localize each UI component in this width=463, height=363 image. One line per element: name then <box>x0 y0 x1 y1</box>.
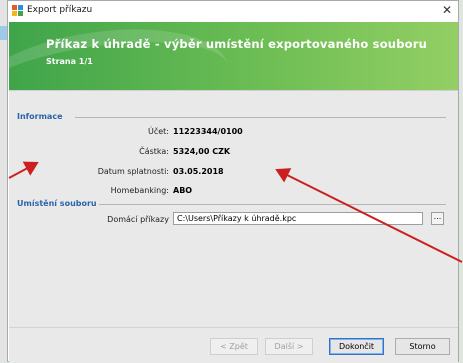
amount-label: Částka: <box>139 147 169 156</box>
file-path-input[interactable] <box>173 212 423 225</box>
next-button[interactable]: Další > <box>265 338 313 355</box>
cancel-button[interactable]: Storno <box>395 338 450 355</box>
wizard-header: Příkaz k úhradě - výběr umístění exporto… <box>9 22 458 90</box>
wizard-footer: < Zpět Další > Dokončit Storno <box>9 327 458 363</box>
window-title: Export příkazu <box>27 5 93 15</box>
background-window-highlight <box>0 26 7 40</box>
divider <box>9 90 458 91</box>
homebanking-label: Homebanking: <box>110 186 169 195</box>
finish-button[interactable]: Dokončit <box>329 338 384 355</box>
background-window-edge <box>0 0 7 362</box>
app-export-icon <box>12 5 23 16</box>
account-label: Účet: <box>147 127 169 136</box>
location-group-title: Umístění souboru <box>17 199 97 208</box>
info-group-line <box>75 117 446 118</box>
homebanking-value: ABO <box>173 186 193 195</box>
wizard-content: Informace Účet: 11223344/0100 Částka: 53… <box>9 90 458 327</box>
wizard-heading: Příkaz k úhradě - výběr umístění exporto… <box>46 37 427 51</box>
title-bar: Export příkazu ✕ <box>8 1 458 21</box>
header-decoration <box>9 22 235 90</box>
export-dialog: Export příkazu ✕ Příkaz k úhradě - výběr… <box>7 0 459 363</box>
domestic-orders-label: Domácí příkazy <box>107 215 169 224</box>
back-button[interactable]: < Zpět <box>210 338 258 355</box>
amount-value: 5324,00 CZK <box>173 147 231 156</box>
close-icon[interactable]: ✕ <box>442 3 452 17</box>
wizard-page-indicator: Strana 1/1 <box>46 57 93 66</box>
info-group-title: Informace <box>17 112 63 121</box>
due-date-value: 03.05.2018 <box>173 167 224 176</box>
browse-ellipsis-icon[interactable]: ... <box>431 212 444 225</box>
due-date-label: Datum splatnosti: <box>97 167 169 176</box>
location-group-line <box>99 204 446 205</box>
account-value: 11223344/0100 <box>173 127 243 136</box>
